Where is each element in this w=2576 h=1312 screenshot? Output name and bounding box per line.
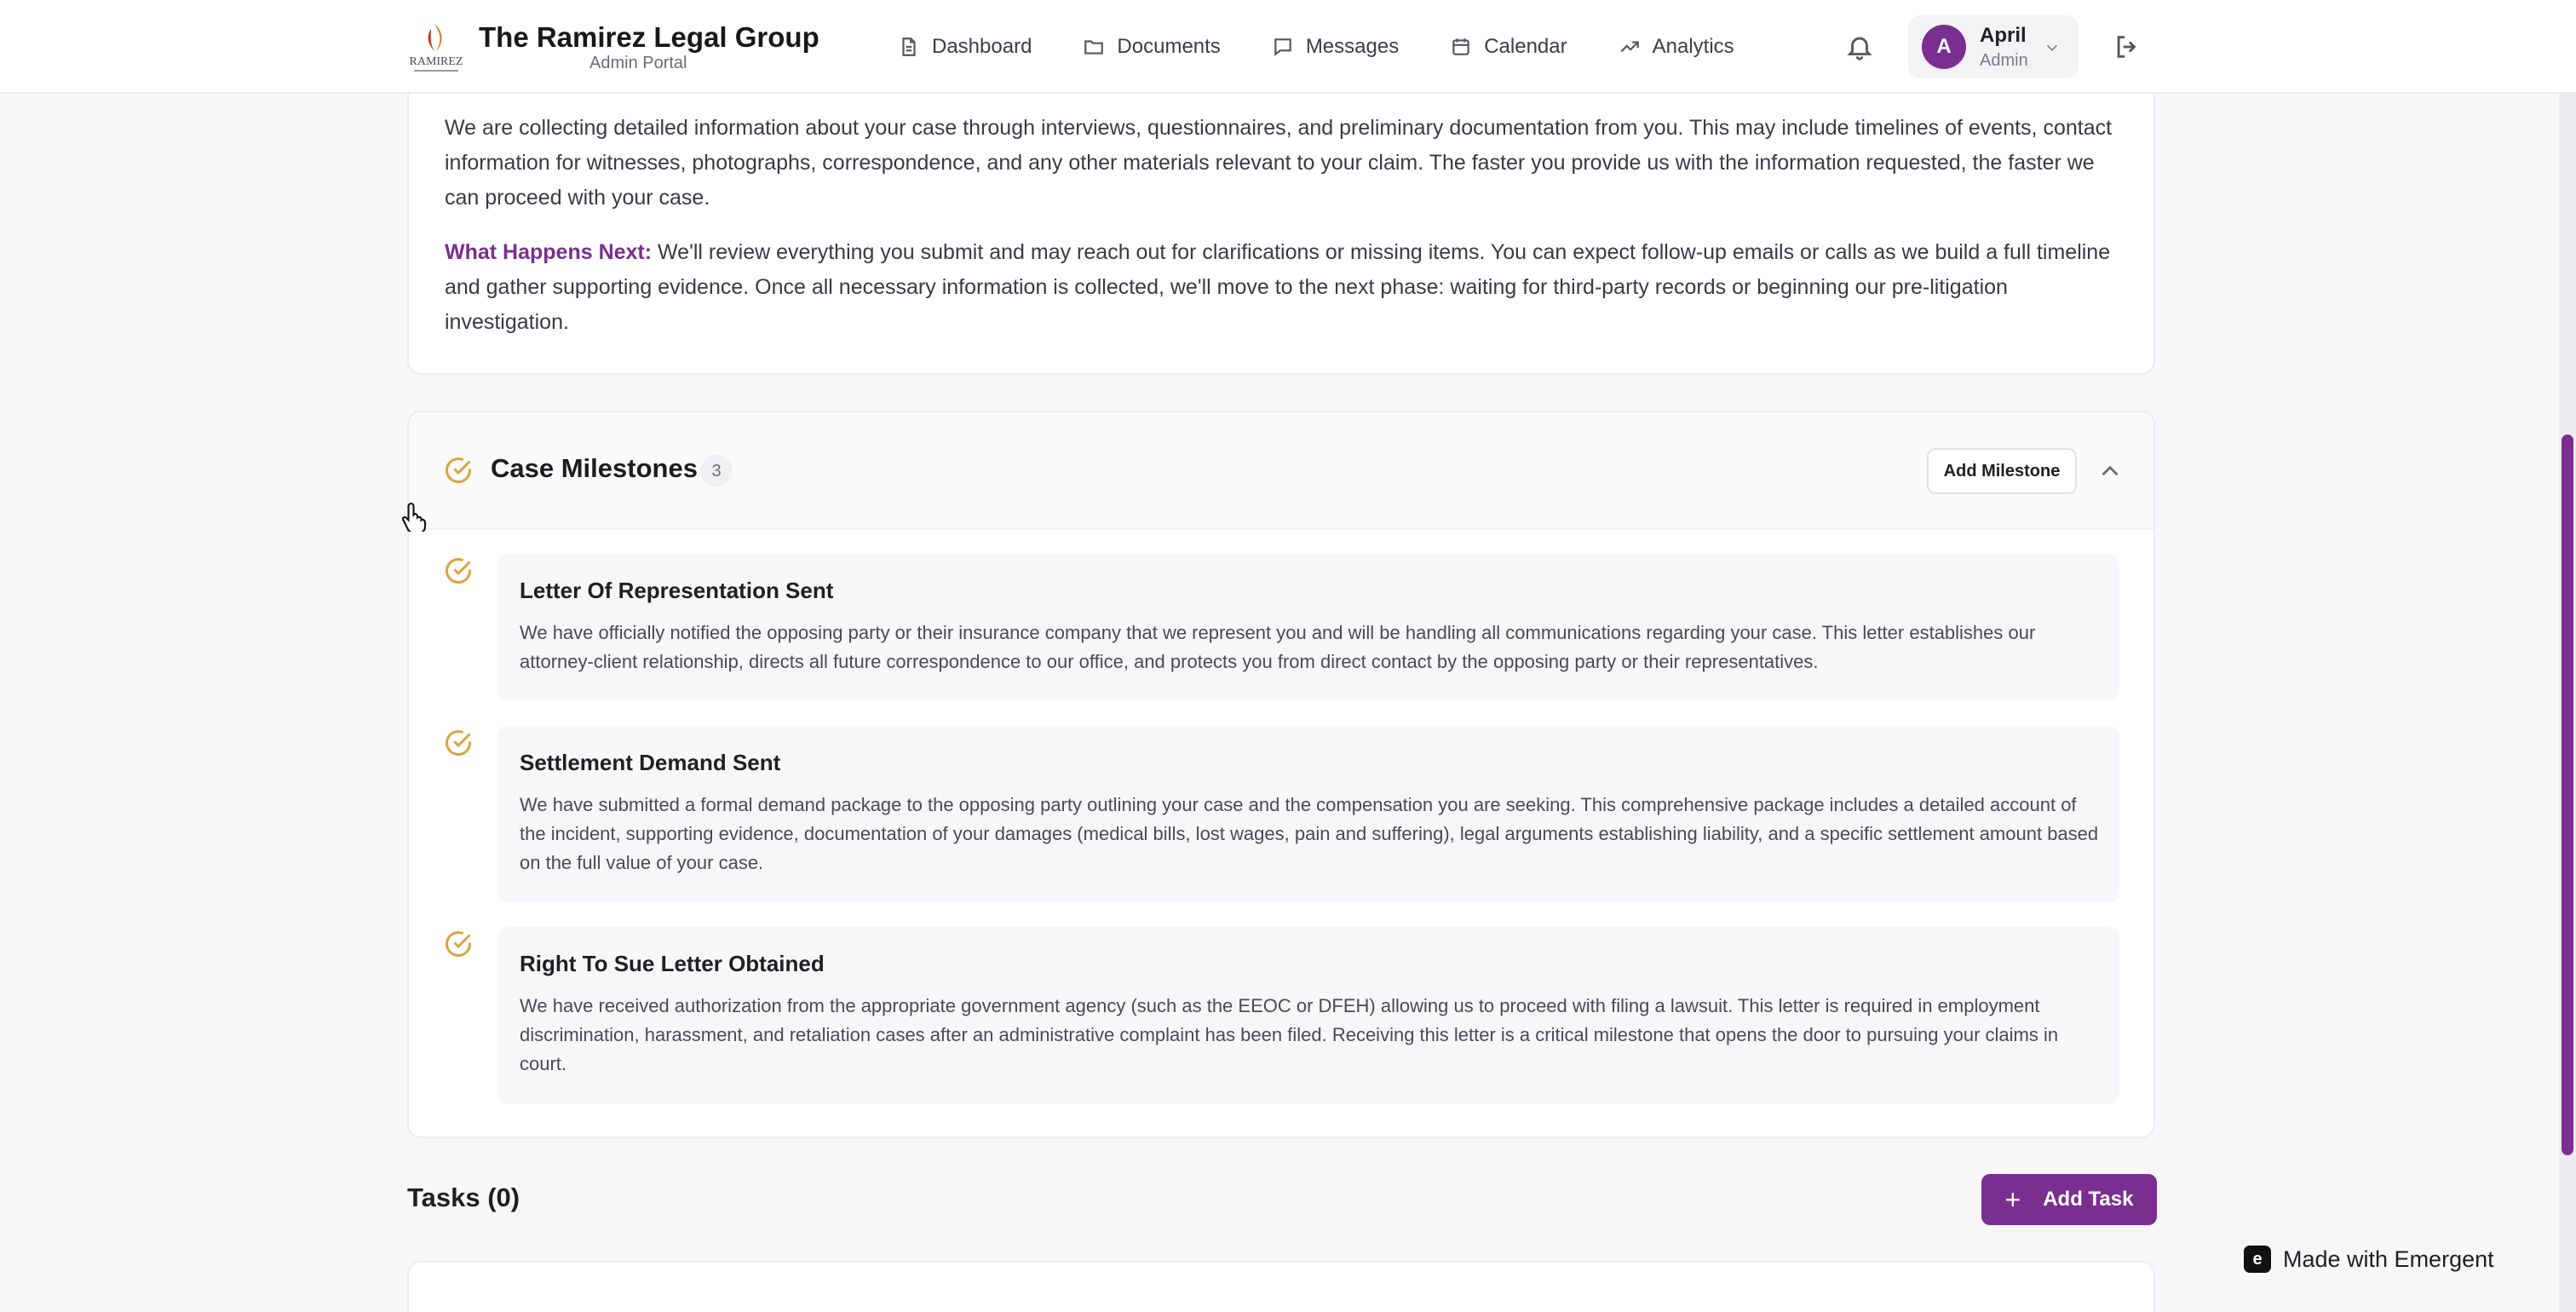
hand-cursor-icon: [401, 501, 428, 534]
milestone-item: Settlement Demand Sent We have submitted…: [497, 726, 2119, 903]
nav-messages-label: Messages: [1305, 35, 1400, 58]
milestone-item: Letter Of Representation Sent We have of…: [497, 554, 2119, 700]
chevron-down-icon: [2043, 38, 2061, 57]
case-phase-description-card: We are collecting detailed information a…: [407, 51, 2155, 375]
tasks-card: [407, 1261, 2155, 1312]
milestone-title: Settlement Demand Sent: [520, 750, 781, 775]
made-with-label: Made with Emergent: [2283, 1246, 2494, 1272]
check-circle-icon: [443, 728, 474, 758]
main-nav: Dashboard Documents Messages Calendar An…: [898, 26, 1785, 68]
trending-up-icon: [1620, 41, 1639, 53]
nav-dashboard[interactable]: Dashboard: [898, 26, 1032, 68]
phase-description: We are collecting detailed information a…: [445, 116, 2113, 210]
logout-icon[interactable]: [2113, 32, 2142, 61]
notifications-bell-icon[interactable]: [1845, 32, 1874, 61]
scrollbar-thumb[interactable]: [2562, 434, 2573, 1155]
brand-subtitle: Admin Portal: [589, 54, 687, 72]
milestone-item: Right To Sue Letter Obtained We have rec…: [497, 927, 2119, 1104]
nav-analytics-label: Analytics: [1652, 35, 1734, 58]
milestone-title: Letter Of Representation Sent: [520, 578, 834, 603]
nav-analytics[interactable]: Analytics: [1619, 26, 1734, 68]
check-circle-icon: [443, 929, 474, 959]
what-happens-next-label: What Happens Next:: [445, 240, 653, 264]
nav-calendar-label: Calendar: [1484, 35, 1567, 58]
milestone-title: Right To Sue Letter Obtained: [520, 951, 825, 976]
user-menu[interactable]: A April Admin: [1908, 15, 2079, 78]
milestones-header[interactable]: Case Milestones 3 Add Milestone: [409, 412, 2153, 530]
nav-documents[interactable]: Documents: [1083, 26, 1221, 68]
milestones-count-badge: 3: [700, 455, 733, 487]
milestone-description: We have submitted a formal demand packag…: [520, 794, 2099, 873]
user-name: April: [1980, 24, 2027, 47]
document-icon: [902, 37, 916, 56]
ramirez-logo-icon: RAMIREZ: [405, 17, 467, 78]
message-icon: [1274, 38, 1291, 56]
milestones-title: Case Milestones: [491, 453, 698, 483]
emergent-logo-icon: e: [2244, 1246, 2271, 1273]
add-task-label: Add Task: [2043, 1188, 2134, 1211]
top-header: RAMIREZ The Ramirez Legal Group Admin Po…: [0, 0, 2576, 94]
user-role: Admin: [1980, 51, 2028, 70]
add-milestone-button[interactable]: Add Milestone: [1927, 448, 2077, 494]
folder-icon: [1084, 40, 1104, 55]
brand-name: The Ramirez Legal Group: [479, 21, 819, 53]
svg-text:RAMIREZ: RAMIREZ: [410, 55, 463, 68]
what-happens-next-text: We'll review everything you submit and m…: [445, 240, 2111, 334]
tasks-title: Tasks (0): [407, 1183, 520, 1212]
add-task-button[interactable]: + Add Task: [1981, 1174, 2157, 1225]
made-with-emergent-badge[interactable]: e Made with Emergent: [2244, 1234, 2533, 1285]
case-milestones-card: Case Milestones 3 Add Milestone Letter O…: [407, 411, 2155, 1138]
nav-dashboard-label: Dashboard: [932, 35, 1032, 58]
nav-calendar[interactable]: Calendar: [1450, 26, 1567, 68]
nav-messages[interactable]: Messages: [1272, 26, 1399, 68]
check-circle-icon: [443, 455, 474, 486]
calendar-icon: [1452, 38, 1469, 55]
plus-icon: +: [2004, 1183, 2021, 1215]
nav-documents-label: Documents: [1117, 35, 1221, 58]
chevron-up-icon[interactable]: [2096, 457, 2125, 486]
brand[interactable]: RAMIREZ The Ramirez Legal Group Admin Po…: [405, 17, 837, 78]
avatar: A: [1922, 25, 1966, 69]
milestone-description: We have received authorization from the …: [520, 995, 2059, 1074]
check-circle-icon: [443, 555, 474, 586]
what-happens-next: What Happens Next: We'll review everythi…: [445, 235, 2114, 340]
milestone-description: We have officially notified the opposing…: [520, 622, 2036, 672]
